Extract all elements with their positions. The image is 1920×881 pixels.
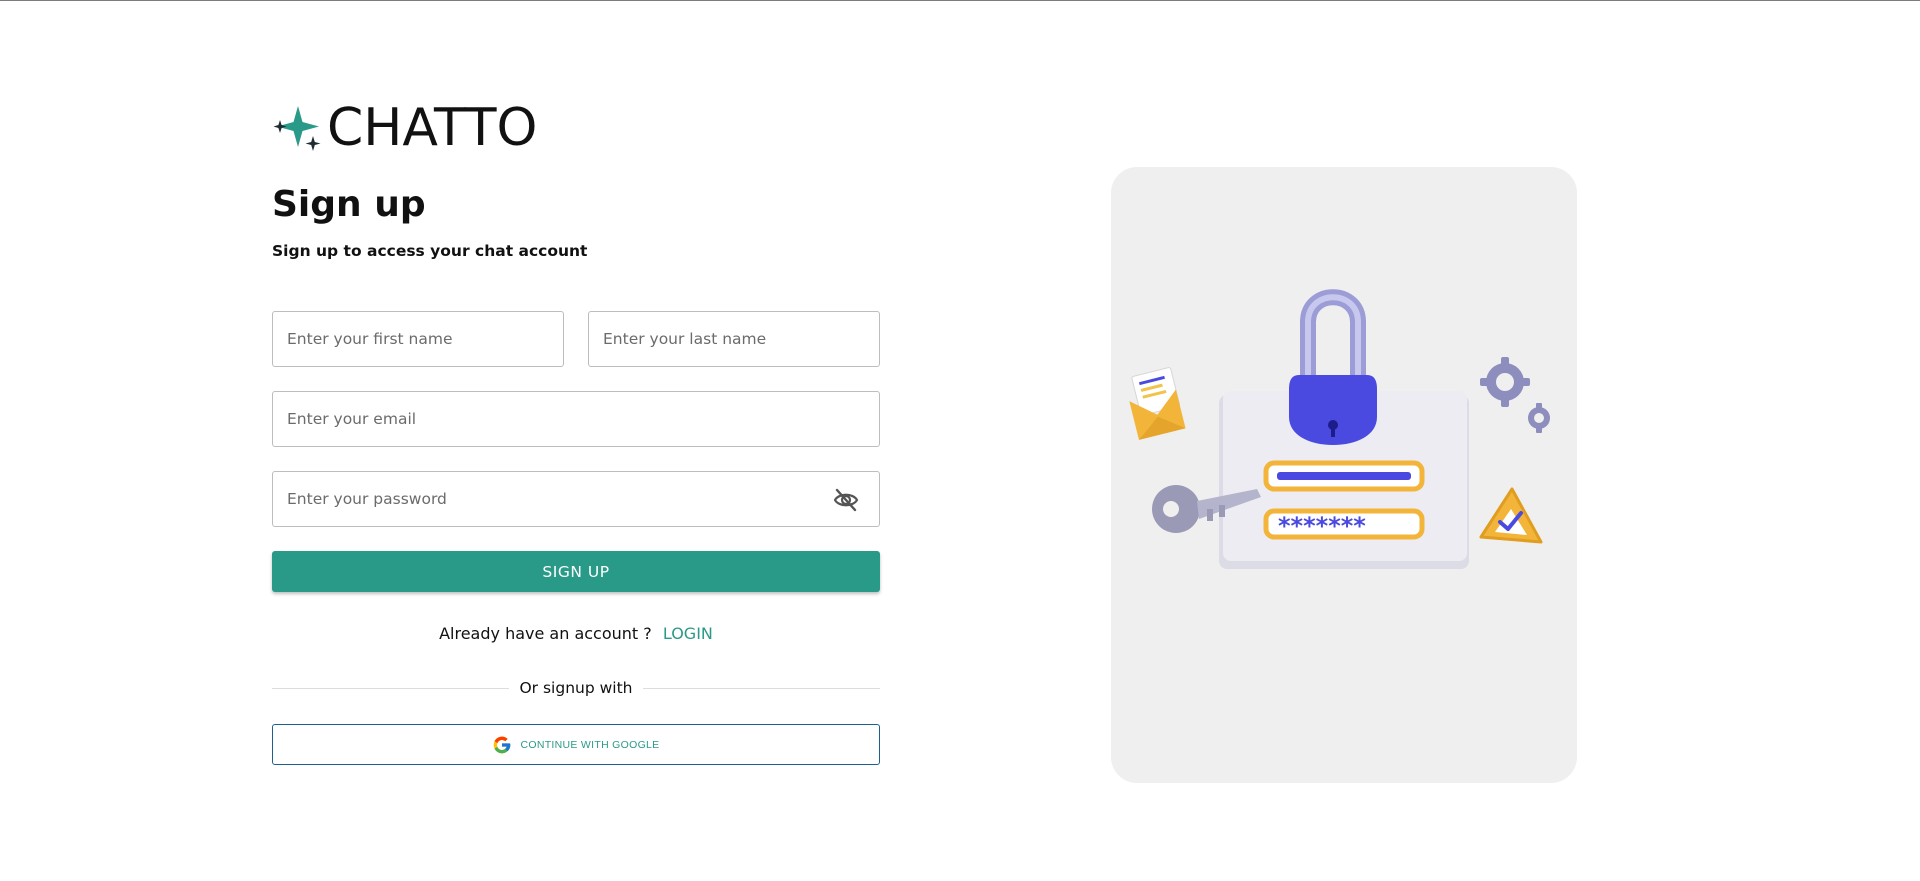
- brand-name: CHATTO: [327, 98, 538, 158]
- email-input[interactable]: [273, 392, 879, 446]
- page-title: Sign up: [272, 184, 426, 225]
- first-name-field: [272, 311, 564, 367]
- continue-with-google-button[interactable]: CONTINUE WITH GOOGLE: [272, 724, 880, 765]
- google-button-label: CONTINUE WITH GOOGLE: [520, 738, 660, 751]
- google-icon: [494, 736, 511, 753]
- email-field: [272, 391, 880, 447]
- eye-off-icon[interactable]: [833, 488, 859, 512]
- login-link[interactable]: LOGIN: [663, 624, 713, 643]
- divider-line-left: [272, 687, 510, 689]
- password-input[interactable]: [273, 472, 879, 526]
- password-field: [272, 471, 880, 527]
- sign-up-button[interactable]: SIGN UP: [272, 551, 880, 592]
- svg-text:*******: *******: [1278, 512, 1366, 540]
- top-border: [0, 0, 1920, 1]
- padlock-login-illustration: *******: [1129, 289, 1550, 569]
- last-name-input[interactable]: [589, 312, 879, 366]
- signup-form-column: CHATTO Sign up Sign up to access your ch…: [272, 96, 880, 765]
- sparkle-icon: [273, 106, 321, 151]
- illustration-panel: *******: [1111, 167, 1577, 783]
- divider-line-right: [642, 687, 880, 689]
- first-name-input[interactable]: [273, 312, 563, 366]
- divider-text: Or signup with: [519, 679, 633, 697]
- brand-logo: CHATTO: [272, 96, 880, 160]
- page-subtitle: Sign up to access your chat account: [272, 242, 588, 260]
- login-prompt-text: Already have an account ?: [439, 624, 652, 643]
- login-prompt: Already have an account ? LOGIN: [272, 624, 880, 643]
- last-name-field: [588, 311, 880, 367]
- social-divider: Or signup with: [272, 679, 880, 697]
